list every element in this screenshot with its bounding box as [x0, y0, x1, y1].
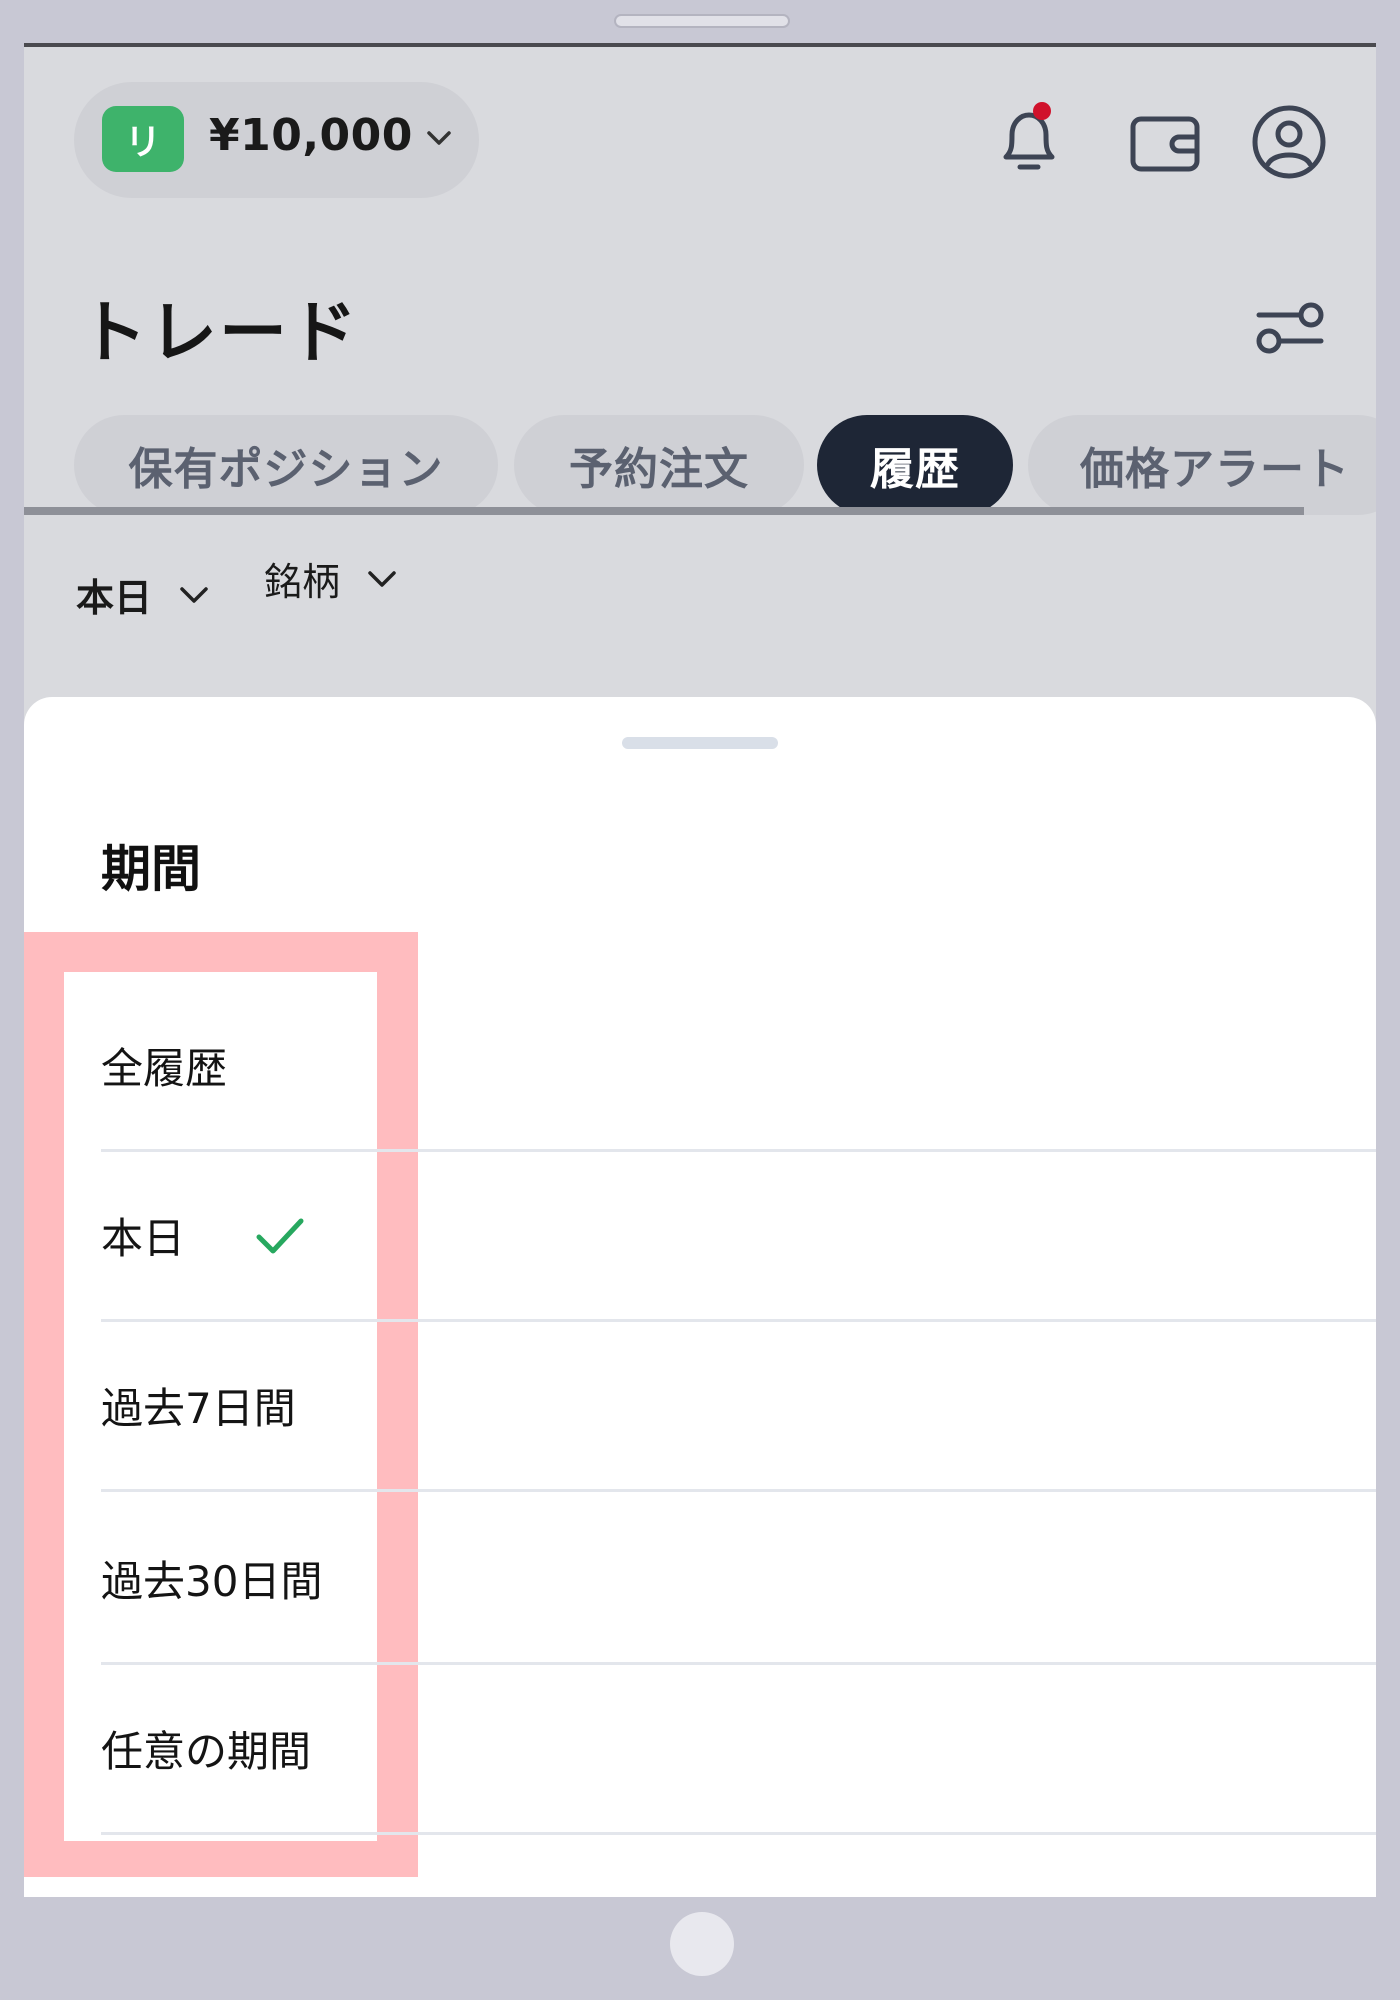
tab-pending-orders[interactable]: 予約注文: [514, 415, 804, 515]
tablet-frame: リ ¥10,000 トレード 保有ポジション 予約注文 履歴 価格アラート 本日…: [0, 0, 1400, 2000]
symbol-filter[interactable]: 銘柄: [264, 551, 402, 606]
sheet-title: 期間: [101, 840, 201, 898]
option-label: 過去30日間: [101, 1557, 323, 1606]
page-title: トレード: [79, 294, 360, 373]
balance-amount: ¥10,000: [209, 110, 413, 161]
home-button[interactable]: [670, 1912, 734, 1976]
option-label: 本日: [101, 1214, 186, 1263]
chevron-down-icon: [180, 586, 208, 603]
symbol-filter-label: 銘柄: [264, 560, 341, 604]
user-icon[interactable]: [1244, 97, 1334, 187]
chevron-down-icon: [427, 131, 451, 145]
tabs-scrollbar[interactable]: [24, 507, 1304, 515]
trade-tabs: 保有ポジション 予約注文 履歴 価格アラート: [74, 415, 1376, 515]
account-type-badge: リ: [102, 106, 184, 172]
wallet-icon[interactable]: [1119, 97, 1209, 187]
option-label: 任意の期間: [101, 1727, 312, 1776]
account-balance-selector[interactable]: リ ¥10,000: [74, 82, 479, 198]
tab-price-alerts[interactable]: 価格アラート: [1028, 415, 1376, 515]
option-last-30-days[interactable]: 過去30日間: [101, 1495, 1376, 1665]
bell-icon[interactable]: [984, 97, 1074, 187]
period-filter-label: 本日: [76, 576, 153, 620]
option-today[interactable]: 本日: [101, 1152, 1376, 1322]
option-label: 全履歴: [101, 1044, 228, 1093]
speaker-slot: [614, 14, 790, 28]
chevron-down-icon: [368, 570, 396, 587]
period-filter[interactable]: 本日: [76, 567, 214, 622]
notification-dot: [1033, 102, 1051, 120]
app-screen: リ ¥10,000 トレード 保有ポジション 予約注文 履歴 価格アラート 本日…: [24, 43, 1376, 1897]
option-all-history[interactable]: 全履歴: [101, 982, 1376, 1152]
tab-positions[interactable]: 保有ポジション: [74, 415, 498, 515]
tab-history[interactable]: 履歴: [817, 415, 1013, 515]
sheet-drag-handle[interactable]: [622, 737, 778, 749]
check-icon: [256, 1218, 304, 1253]
period-bottom-sheet: 期間 全履歴 本日 過去7日間 過去30日間 任意の期間: [24, 697, 1376, 1897]
option-last-7-days[interactable]: 過去7日間: [101, 1322, 1376, 1492]
option-custom-period[interactable]: 任意の期間: [101, 1665, 1376, 1835]
option-label: 過去7日間: [101, 1384, 296, 1433]
sliders-icon[interactable]: [1249, 285, 1331, 367]
